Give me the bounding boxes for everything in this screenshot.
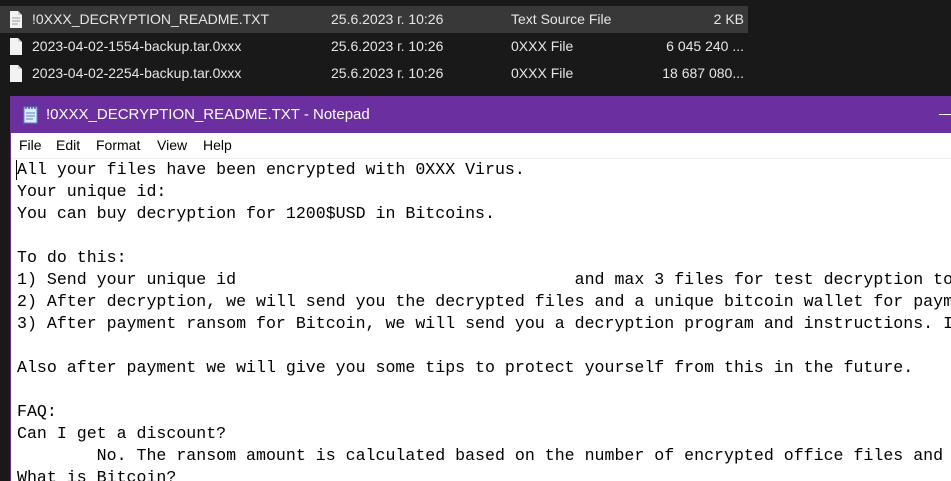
text-editor[interactable]: All your files have been encrypted with … [11,159,951,481]
text-line: Can I get a discount? [17,424,227,443]
menu-help[interactable]: Help [203,133,232,158]
menu-view[interactable]: View [157,133,187,158]
file-type: 0XXX File [511,65,574,81]
file-name: 2023-04-02-2254-backup.tar.0xxx [32,65,242,81]
text-line: Also after payment we will give you some… [17,358,914,377]
notepad-icon [23,106,38,124]
text-line: All your files have been encrypted with … [17,160,525,179]
file-type: Text Source File [511,11,612,27]
file-row[interactable]: !0XXX_DECRYPTION_README.TXT 25.6.2023 г.… [0,6,748,33]
file-type: 0XXX File [511,38,574,54]
text-line: You can buy decryption for 1200$USD in B… [17,204,495,223]
menu-edit[interactable]: Edit [56,133,80,158]
title-bar[interactable]: !0XXX_DECRYPTION_README.TXT - Notepad [11,96,951,133]
file-size: 18 687 080... [662,65,744,81]
text-line: 1) Send your unique id and max 3 files f… [17,270,951,289]
file-date: 25.6.2023 г. 10:26 [331,38,444,54]
notepad-window: !0XXX_DECRYPTION_README.TXT - Notepad Fi… [10,96,951,481]
text-file-icon [10,11,22,28]
file-date: 25.6.2023 г. 10:26 [331,65,444,81]
file-icon [10,65,22,82]
file-row[interactable]: 2023-04-02-1554-backup.tar.0xxx 25.6.202… [0,33,748,60]
text-line: What is Bitcoin? [17,468,177,481]
file-name: !0XXX_DECRYPTION_README.TXT [32,11,270,27]
file-name: 2023-04-02-1554-backup.tar.0xxx [32,38,242,54]
minimize-icon[interactable] [939,114,951,115]
text-line: No. The ransom amount is calculated base… [17,446,944,465]
menu-file[interactable]: File [19,133,42,158]
menu-bar: File Edit Format View Help [11,133,951,159]
window-title: !0XXX_DECRYPTION_README.TXT - Notepad [46,106,370,123]
file-size: 6 045 240 ... [666,38,744,54]
file-list: !0XXX_DECRYPTION_README.TXT 25.6.2023 г.… [0,0,951,96]
file-row[interactable]: 2023-04-02-2254-backup.tar.0xxx 25.6.202… [0,60,748,87]
file-date: 25.6.2023 г. 10:26 [331,11,444,27]
text-line: FAQ: [17,402,57,421]
file-size: 2 KB [713,11,744,27]
file-icon [10,38,22,55]
text-line: 2) After decryption, we will send you th… [17,292,951,311]
text-line: Your unique id: [17,182,167,201]
text-line: To do this: [17,248,127,267]
text-line: 3) After payment ransom for Bitcoin, we … [17,314,951,333]
menu-format[interactable]: Format [96,133,140,158]
